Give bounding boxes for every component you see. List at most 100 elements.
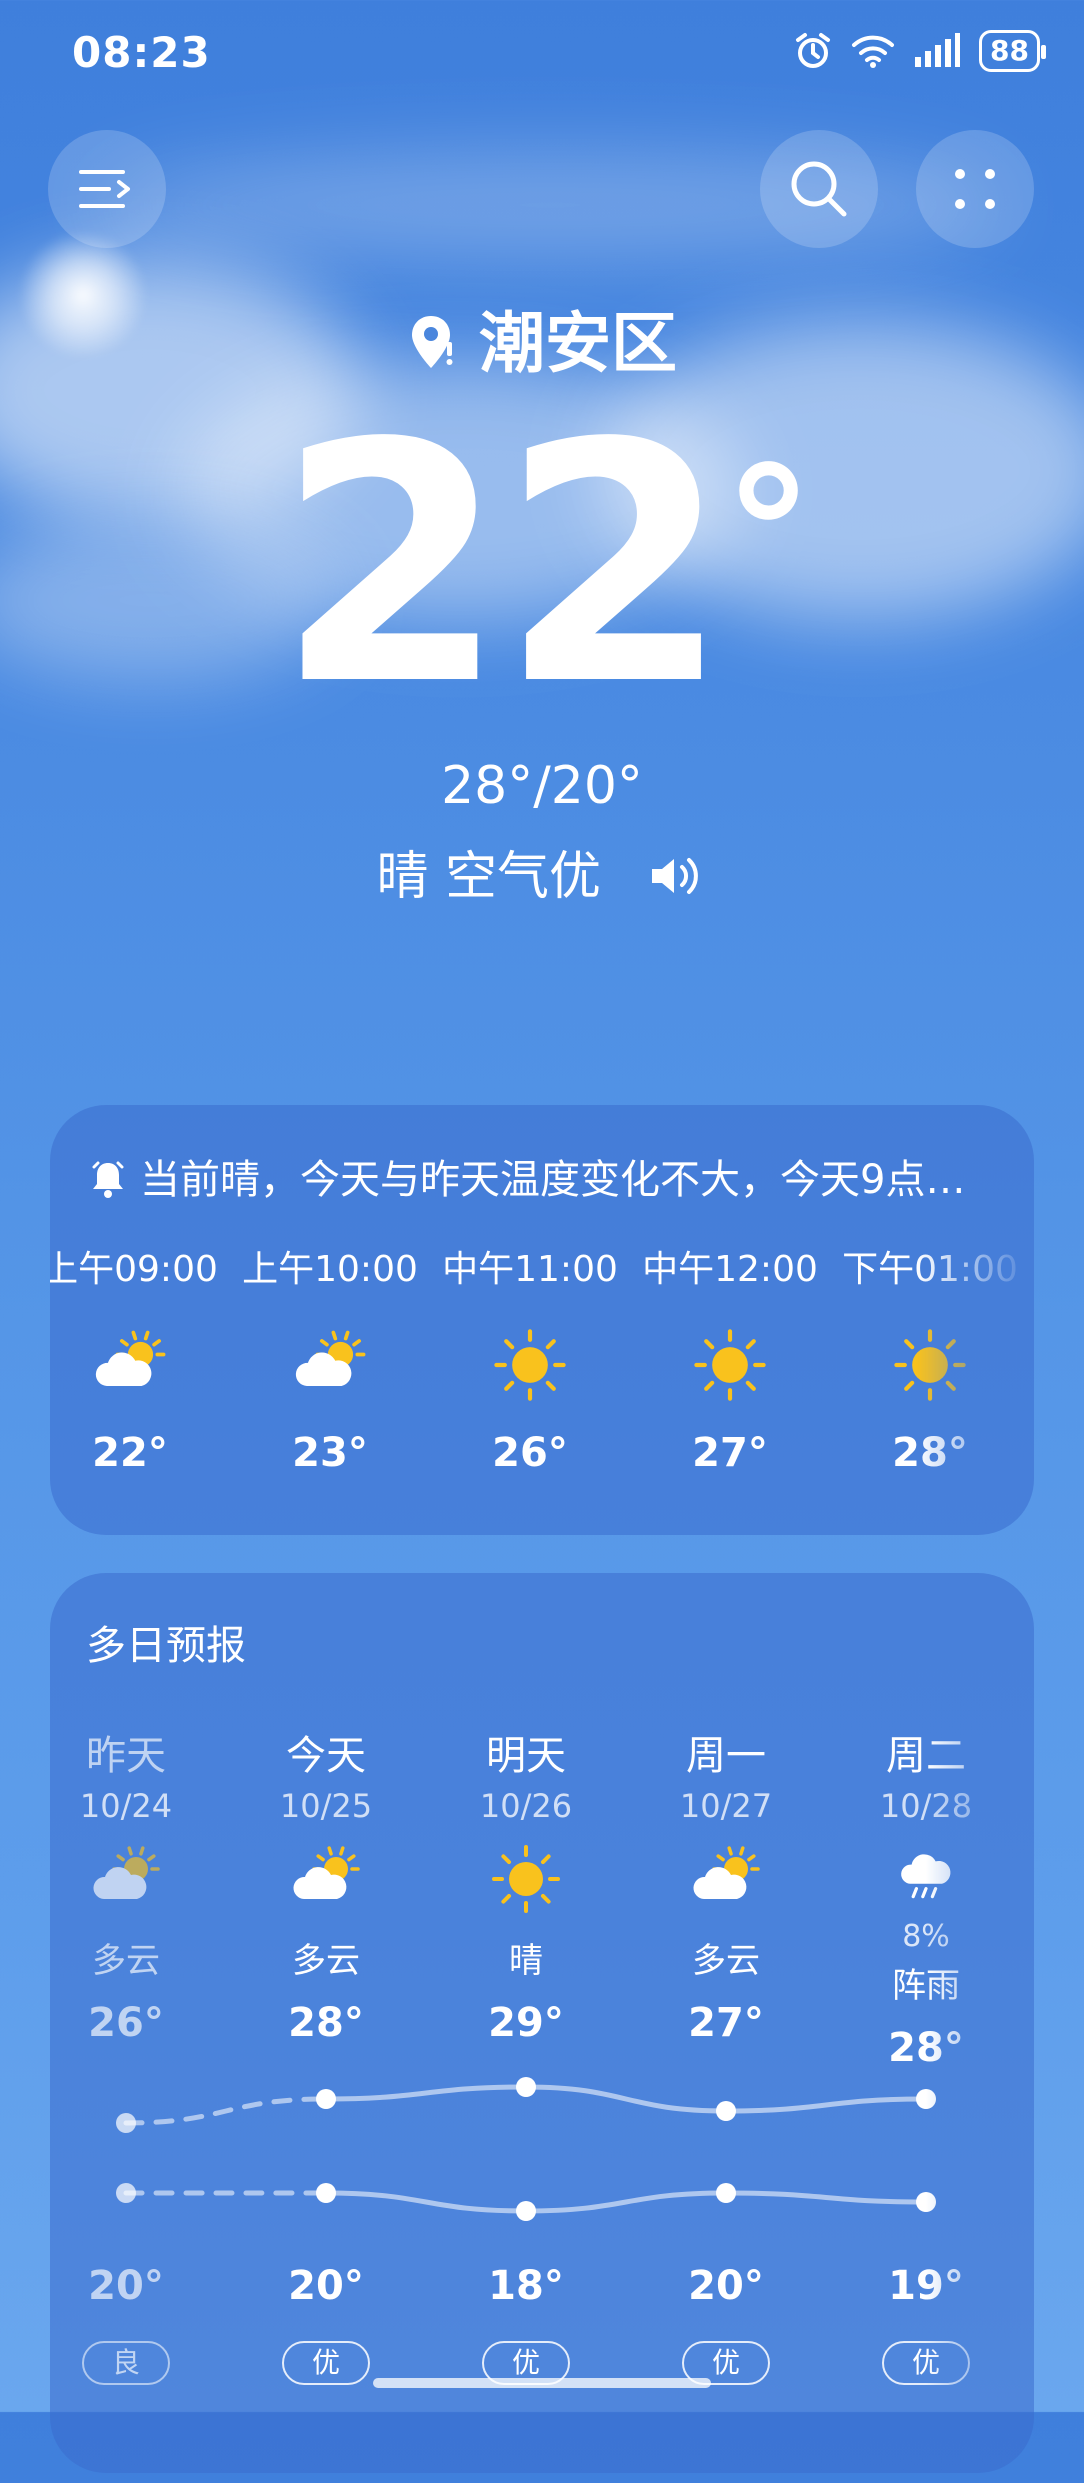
low-temp-point xyxy=(516,2201,536,2221)
low-temp-curve-segment xyxy=(323,2190,529,2214)
hourly-item[interactable]: 上午10:00 23° xyxy=(230,1240,430,1476)
current-temperature: 22° xyxy=(0,400,1084,730)
rain-probability: 8% xyxy=(902,1919,950,1954)
day-low: 18° xyxy=(488,2263,564,2309)
hourly-item[interactable]: 上午09:00 22° xyxy=(50,1240,230,1476)
sun-cloud-icon xyxy=(50,1839,226,1919)
day-condition: 多云 xyxy=(292,1941,360,1981)
high-temp-curve-segment xyxy=(723,2096,929,2114)
high-temp-curve-segment xyxy=(523,2084,729,2114)
more-dots-icon xyxy=(955,169,995,209)
day-name: 周二 xyxy=(886,1733,966,1779)
search-button[interactable] xyxy=(760,130,878,248)
hour-label: 中午11:00 xyxy=(442,1249,618,1290)
low-temp-point xyxy=(916,2192,936,2212)
degree-symbol: ° xyxy=(723,430,814,639)
day-low: 19° xyxy=(888,2263,964,2309)
day-date: 10/24 xyxy=(79,1787,173,1825)
hourly-forecast-card[interactable]: 当前晴，今天与昨天温度变化不大，今天9点… 上午09:00 22° 上午10:00… xyxy=(50,1105,1034,1535)
sun-cloud-icon xyxy=(626,1839,826,1919)
high-temp-curve-segment xyxy=(123,2096,329,2126)
sun-icon xyxy=(830,1320,1030,1410)
hour-label: 中午12:00 xyxy=(642,1249,818,1290)
day-high: 28° xyxy=(288,2000,364,2046)
day-date: 10/27 xyxy=(679,1787,773,1825)
day-date: 10/26 xyxy=(479,1787,573,1825)
sun-icon xyxy=(630,1320,830,1410)
weather-alert[interactable]: 当前晴，今天与昨天温度变化不大，今天9点… xyxy=(90,1147,1010,1205)
daily-item[interactable]: 昨天 10/24 多云 26° 20° 良 xyxy=(50,1723,226,2385)
rain-icon xyxy=(826,1839,1026,1919)
hourly-item[interactable]: 中午11:00 26° xyxy=(430,1240,630,1476)
status-bar: 08:23 88 xyxy=(0,0,1084,110)
daily-item[interactable]: 周一 10/27 多云 27° 20° 优 xyxy=(626,1723,826,2385)
high-temp-point xyxy=(316,2089,336,2109)
low-temp-point xyxy=(116,2183,136,2203)
day-high: 27° xyxy=(688,2000,764,2046)
sun-cloud-icon xyxy=(230,1320,430,1410)
day-date: 10/28 xyxy=(879,1787,973,1825)
location-pin-icon xyxy=(412,316,453,368)
daily-item[interactable]: 明天 10/26 晴 29° 18° 优 xyxy=(426,1723,626,2385)
hour-temp: 22° xyxy=(92,1430,168,1476)
daily-list[interactable]: 昨天 10/24 多云 26° 20° 良今天 10/25 多云 28° 20°… xyxy=(50,1723,1034,2483)
sun-cloud-icon xyxy=(50,1320,230,1410)
day-name: 昨天 xyxy=(86,1733,166,1779)
sun-icon xyxy=(426,1839,626,1919)
low-temp-point xyxy=(716,2183,736,2203)
sun-icon xyxy=(430,1320,630,1410)
day-high: 29° xyxy=(488,2000,564,2046)
air-quality-badge: 优 xyxy=(882,2341,970,2385)
day-low: 20° xyxy=(88,2263,164,2309)
location-title[interactable]: 潮安区 xyxy=(0,290,1084,386)
sun-cloud-icon xyxy=(226,1839,426,1919)
daily-item[interactable]: 周二 10/28 8% 阵雨 28° 19° 优 xyxy=(826,1723,1026,2385)
hour-temp: 27° xyxy=(692,1430,768,1476)
high-temp-point xyxy=(116,2113,136,2133)
bell-icon xyxy=(92,1161,124,1198)
home-indicator[interactable] xyxy=(373,2378,711,2388)
battery-indicator: 88 xyxy=(979,30,1046,72)
temp-range: 28°/20° xyxy=(441,756,643,816)
hour-label: 上午09:00 xyxy=(50,1249,218,1290)
search-icon xyxy=(791,161,847,217)
low-temp-curve-segment xyxy=(523,2190,729,2214)
menu-button[interactable] xyxy=(48,130,166,248)
high-temp-point xyxy=(516,2077,536,2097)
daily-forecast-card[interactable]: 多日预报 昨天 10/24 多云 26° 20° 良今天 10/25 多云 28… xyxy=(50,1573,1034,2473)
status-time: 08:23 xyxy=(72,28,211,77)
air-quality-badge: 优 xyxy=(282,2341,370,2385)
hourly-list[interactable]: 上午09:00 22° 上午10:00 23° 中午11:00 26° 中午12:00… xyxy=(50,1240,1034,1500)
hour-label: 上午10:00 xyxy=(242,1249,418,1290)
day-condition: 多云 xyxy=(692,1941,760,1981)
day-condition: 晴 xyxy=(509,1941,543,1981)
alert-text: 当前晴，今天与昨天温度变化不大，今天9点… xyxy=(140,1157,966,1203)
signal-icon xyxy=(915,33,961,67)
day-name: 明天 xyxy=(486,1733,566,1779)
high-temp-point xyxy=(916,2089,936,2109)
wifi-icon xyxy=(852,35,895,68)
day-date: 10/25 xyxy=(279,1787,373,1825)
day-name: 今天 xyxy=(286,1733,366,1779)
day-condition: 多云 xyxy=(92,1941,160,1981)
high-temp-curve-segment xyxy=(323,2084,529,2102)
hour-temp: 23° xyxy=(292,1430,368,1476)
city-name: 潮安区 xyxy=(479,305,677,382)
high-temp-point xyxy=(716,2101,736,2121)
hour-temp: 28° xyxy=(892,1430,968,1476)
day-name: 周一 xyxy=(686,1733,766,1779)
day-high: 26° xyxy=(88,2000,164,2046)
day-condition: 阵雨 xyxy=(892,1966,960,2006)
current-temp-value: 22 xyxy=(276,373,729,757)
alarm-icon xyxy=(796,33,831,68)
day-low: 20° xyxy=(288,2263,364,2309)
daily-item[interactable]: 今天 10/25 多云 28° 20° 优 xyxy=(226,1723,426,2385)
more-button[interactable] xyxy=(916,130,1034,248)
air-quality-badge: 良 xyxy=(82,2341,170,2385)
speaker-icon[interactable] xyxy=(648,854,708,898)
menu-icon xyxy=(79,170,130,208)
daily-forecast-title: 多日预报 xyxy=(86,1623,246,1669)
day-high: 28° xyxy=(888,2025,964,2071)
hourly-item[interactable]: 下午01:00 28° xyxy=(830,1240,1030,1476)
hourly-item[interactable]: 中午12:00 27° xyxy=(630,1240,830,1476)
